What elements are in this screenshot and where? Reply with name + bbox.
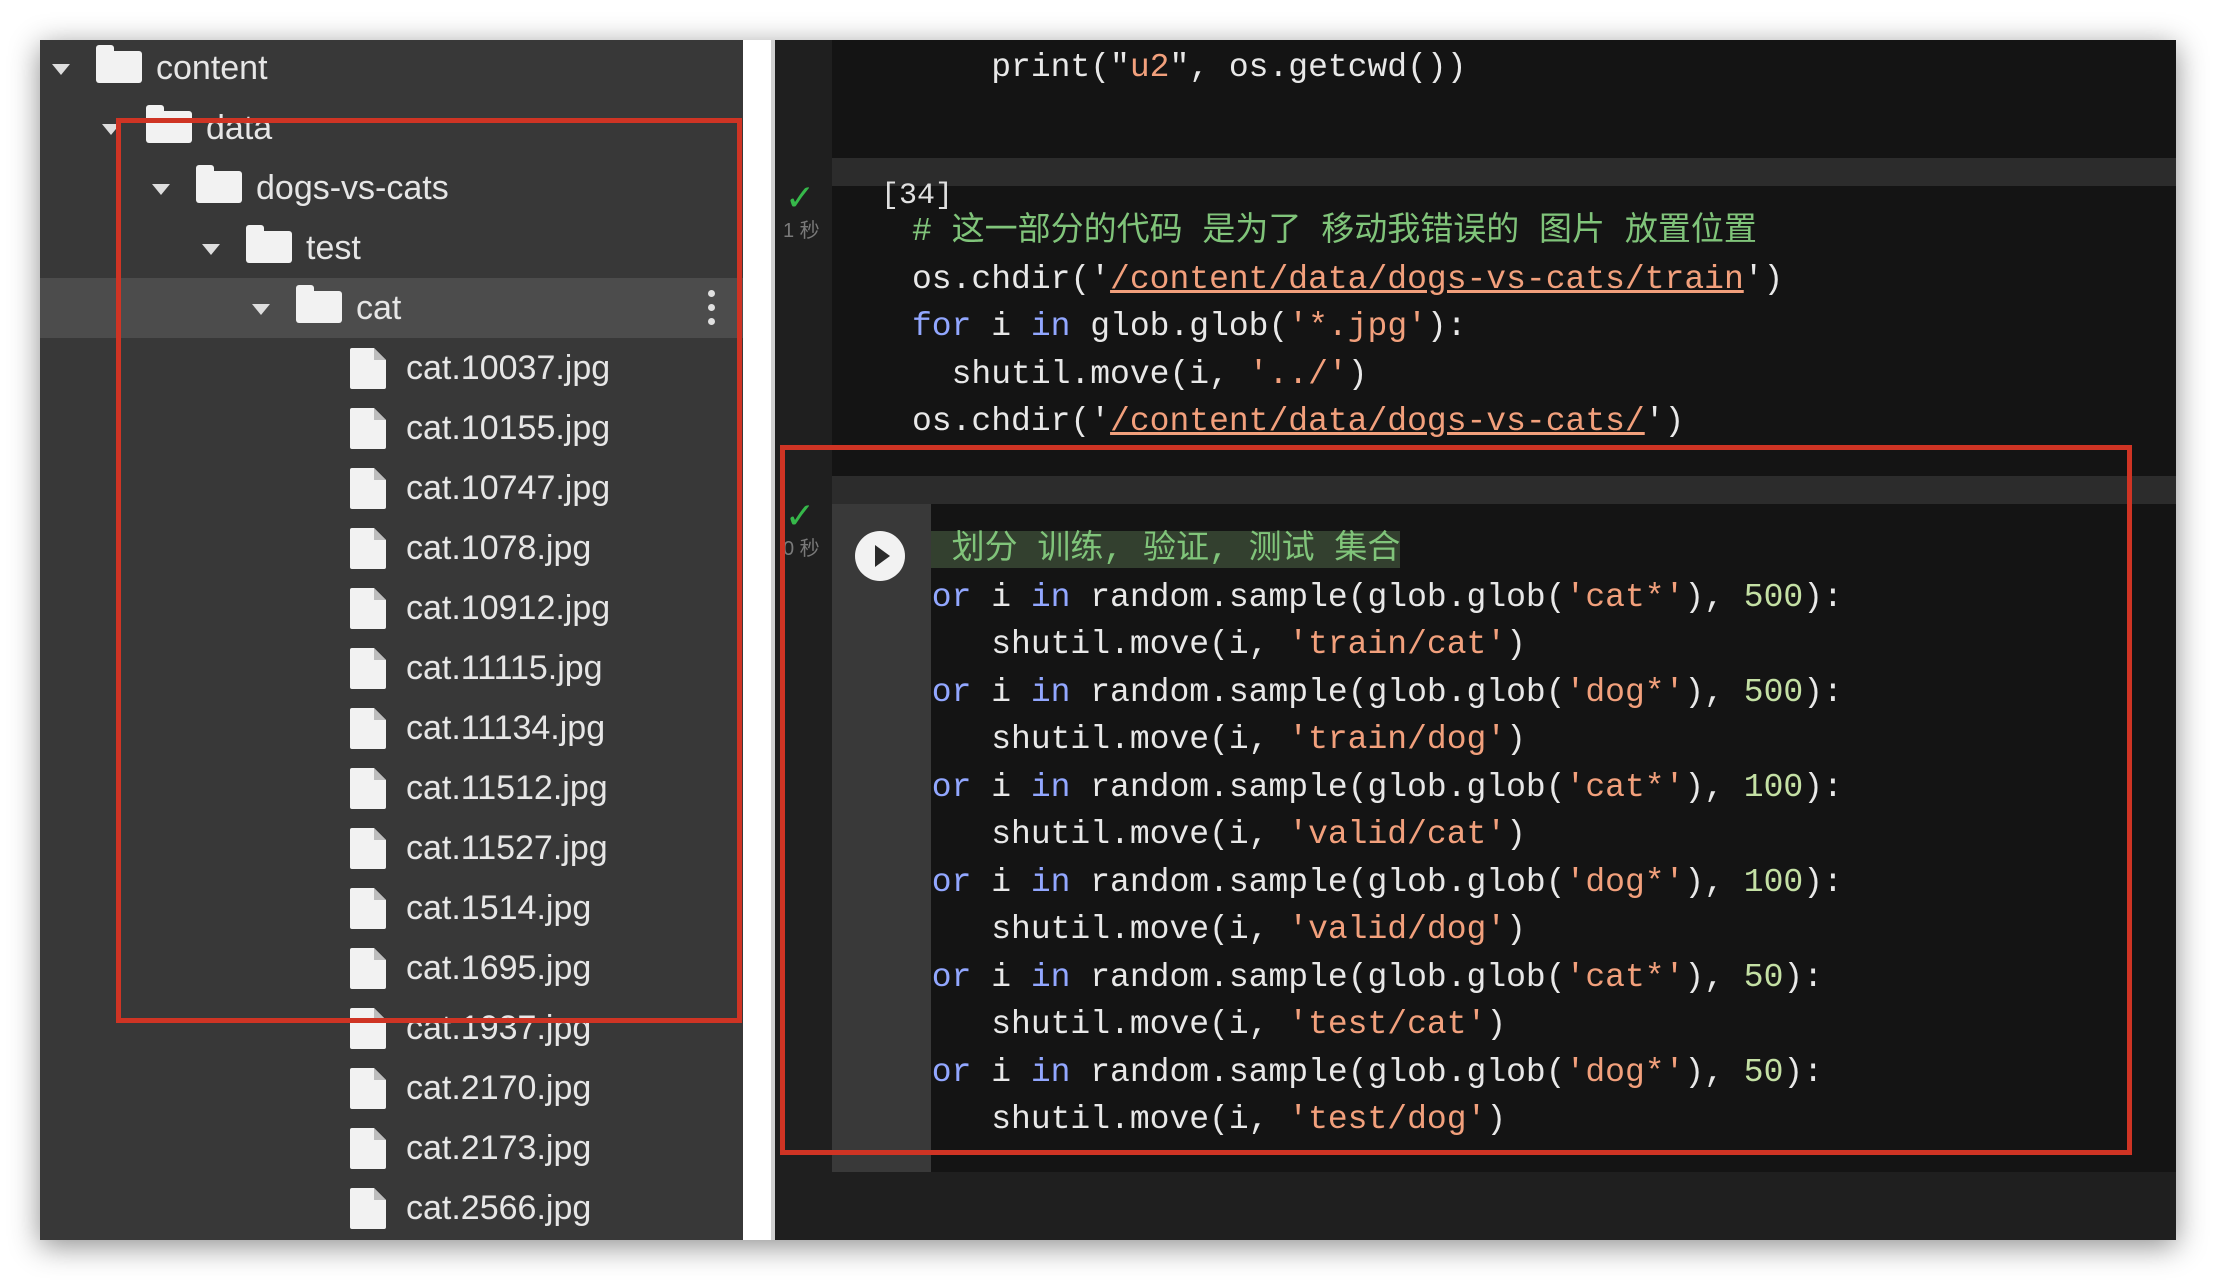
code-token: ') [1743,260,1784,298]
code-token: i [971,308,1031,345]
tree-item-label: cat.2170.jpg [406,1069,592,1107]
code-editor[interactable]: print("u2", os.getcwd()) [912,44,1467,92]
code-token: for [912,308,972,345]
file-icon [350,1128,386,1169]
file-icon [350,1188,386,1229]
code-token: shutil.move(i, [912,355,1249,393]
code-token: ", os.getcwd()) [1169,49,1467,86]
code-token: os.chdir(' [912,403,1111,440]
code-token: '*.jpg' [1288,308,1427,345]
cell-separator [832,158,2176,186]
folder-icon [96,45,142,83]
tree-item-label: cat.2173.jpg [406,1129,592,1167]
panel-splitter[interactable] [743,40,775,1240]
tree-item-label: content [156,49,268,87]
code-token: in [1030,308,1071,345]
caret-down-icon[interactable] [52,64,70,75]
success-check-icon: ✓ [785,177,816,218]
code-editor[interactable]: # 这一部分的代码 是为了 移动我错误的 图片 放置位置 os.chdir('/… [912,208,1783,446]
code-token: u2 [1129,49,1170,86]
code-token: ') [1644,403,1685,440]
code-cell-34[interactable]: # 这一部分的代码 是为了 移动我错误的 图片 放置位置 os.chdir('/… [832,186,2176,476]
tree-file-row[interactable]: cat.2170.jpg [40,1058,743,1118]
code-token: ) [1347,355,1368,393]
code-token: # 这一部分的代码 是为了 移动我错误的 图片 放置位置 [912,213,1757,250]
execution-time: 1 秒 [783,220,820,242]
tree-file-row[interactable]: cat.2173.jpg [40,1118,743,1178]
code-token: ): [1426,308,1467,345]
code-token: '../' [1248,355,1348,393]
file-icon [350,1068,386,1109]
code-token: os.chdir(' [912,260,1111,298]
code-token: glob.glob( [1070,308,1289,345]
code-token: /content/data/dogs-vs-cats/ [1110,403,1645,440]
highlight-box-code-cell [780,445,2132,1155]
code-cell-print[interactable]: print("u2", os.getcwd()) [832,40,2176,158]
tree-file-row[interactable]: cat.2566.jpg [40,1178,743,1238]
code-token: print(" [912,49,1130,86]
tree-folder-row[interactable]: content [40,40,743,98]
tree-item-label: cat.2566.jpg [406,1189,592,1227]
colab-window: content data dogs-vs-cats test cat cat.10037.… [40,40,2176,1240]
code-token: /content/data/dogs-vs-cats/train [1110,260,1744,298]
highlight-box-file-tree [116,118,742,1023]
execution-count: [34] [881,179,954,213]
